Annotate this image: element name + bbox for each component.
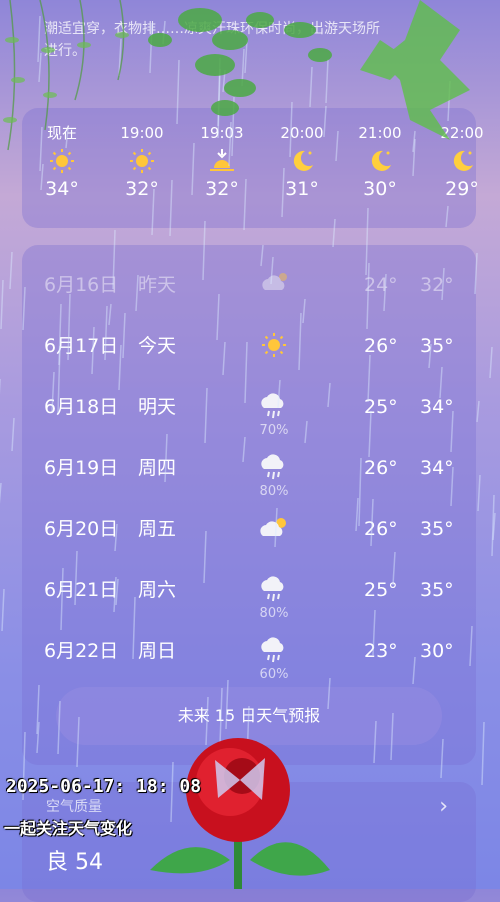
hour-temp: 32° [205, 178, 239, 200]
daily-row[interactable]: 6月18日 明天 70% 25° 34° [22, 387, 476, 438]
high-temp: 35° [420, 579, 454, 601]
precip-chance: 70% [259, 423, 289, 438]
video-timestamp: 2025-06-17: 18: 08 [6, 776, 202, 797]
precip-chance: 80% [259, 606, 289, 621]
moon-icon [432, 144, 492, 178]
row-date: 6月20日 [44, 518, 119, 540]
hour-temp: 30° [363, 178, 397, 200]
hour-time: 20:00 [280, 124, 324, 142]
low-temp: 25° [364, 396, 398, 418]
row-day: 周五 [138, 518, 177, 540]
hour-temp: 34° [45, 178, 79, 200]
hour-time: 19:00 [120, 124, 164, 142]
row-day: 今天 [138, 335, 177, 357]
high-temp: 32° [420, 274, 454, 296]
cloudy-icon [258, 271, 290, 299]
daily-forecast-card: 6月16日 昨天 24° 32° 6月17日 今天 26° 35° 6月18日 明天 70% 25° 3… [22, 245, 476, 765]
dressing-tip: 潮适宜穿，衣物排……凉爽汗珠环保时尚，出游天场所进行。 [44, 21, 380, 59]
rain-icon [258, 637, 290, 665]
hour-temp: 31° [285, 178, 319, 200]
hour-temp: 29° [445, 178, 479, 200]
moon-icon [272, 144, 332, 178]
daily-row[interactable]: 6月22日 周日 60% 23° 30° [22, 631, 476, 682]
high-temp: 34° [420, 457, 454, 479]
hourly-item: 20:00 31° [272, 122, 332, 200]
low-temp: 26° [364, 457, 398, 479]
15-day-forecast-button[interactable]: 未来 15 日天气预报 [56, 687, 442, 745]
chevron-right-icon[interactable]: › [439, 794, 448, 819]
high-temp: 35° [420, 518, 454, 540]
row-date: 6月16日 [44, 274, 119, 296]
high-temp: 34° [420, 396, 454, 418]
partly-cloudy-icon [258, 515, 290, 543]
row-date: 6月18日 [44, 396, 119, 418]
precip-chance: 60% [259, 667, 289, 682]
rain-icon [258, 454, 290, 482]
sun-icon [112, 144, 172, 178]
row-date: 6月22日 [44, 640, 119, 662]
rain-icon [258, 393, 290, 421]
daily-row[interactable]: 6月20日 周五 26° 35° [22, 509, 476, 549]
high-temp: 30° [420, 640, 454, 662]
rain-icon [258, 576, 290, 604]
air-quality-value: 良 54 [46, 850, 103, 875]
video-caption: 一起关注天气变化 [4, 819, 133, 838]
hourly-item: 现在 34° [32, 122, 92, 200]
row-day: 周日 [138, 640, 177, 662]
row-date: 6月19日 [44, 457, 119, 479]
air-quality-title: 空气质量 [46, 799, 102, 815]
row-day: 明天 [138, 396, 177, 418]
daily-row[interactable]: 6月19日 周四 80% 26° 34° [22, 448, 476, 499]
hour-time: 现在 [46, 124, 77, 142]
low-temp: 24° [364, 274, 398, 296]
sun-icon [32, 144, 92, 178]
low-temp: 23° [364, 640, 398, 662]
hourly-item: 22:00 29° [432, 122, 492, 200]
row-day: 周四 [138, 457, 177, 479]
row-day: 周六 [138, 579, 177, 601]
sun-icon [258, 332, 290, 360]
row-date: 6月17日 [44, 335, 119, 357]
hourly-forecast-card[interactable]: 现在 34° 19:00 32° 19:03 32° 20:00 31° 21:00 30° 22:… [22, 108, 484, 228]
low-temp: 25° [364, 579, 398, 601]
daily-row[interactable]: 6月21日 周六 80% 25° 35° [22, 570, 476, 621]
row-date: 6月21日 [44, 579, 119, 601]
hour-time: 21:00 [358, 124, 402, 142]
high-temp: 35° [420, 335, 454, 357]
hourly-item: 19:00 32° [112, 122, 172, 200]
low-temp: 26° [364, 335, 398, 357]
precip-chance: 80% [259, 484, 289, 499]
hour-time: 19:03 [200, 124, 244, 142]
hourly-item: 19:03 32° [192, 122, 252, 200]
hourly-item: 21:00 30° [350, 122, 410, 200]
sunset-icon [192, 144, 252, 178]
low-temp: 26° [364, 518, 398, 540]
daily-row[interactable]: 6月16日 昨天 24° 32° [22, 265, 476, 305]
moon-icon [350, 144, 410, 178]
hour-temp: 32° [125, 178, 159, 200]
daily-row[interactable]: 6月17日 今天 26° 35° [22, 326, 476, 366]
air-quality-card[interactable]: 空气质量 › 良 54 [22, 782, 476, 902]
row-day: 昨天 [138, 274, 177, 296]
hour-time: 22:00 [440, 124, 484, 142]
